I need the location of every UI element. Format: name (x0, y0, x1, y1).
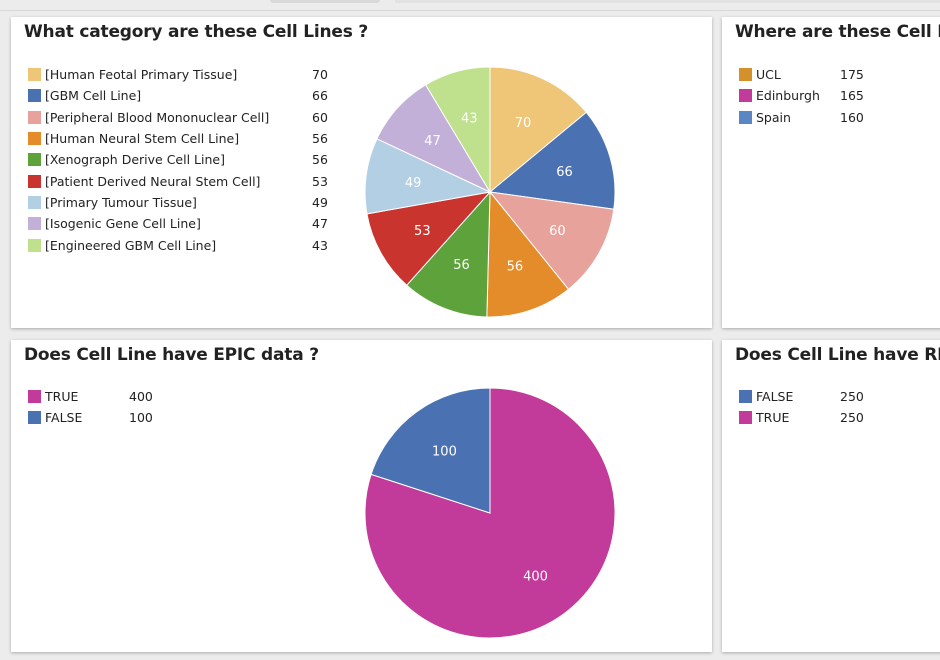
legend-value: 47 (312, 216, 328, 232)
legend-label: UCL (756, 67, 781, 83)
chart-title: Does Cell Line have EPIC data ? (24, 345, 319, 365)
chart-legend: TRUE 400 FALSE 100 (28, 386, 153, 429)
legend-item[interactable]: [GBM Cell Line] 66 (28, 85, 328, 106)
legend-label: [Human Feotal Primary Tissue] (45, 67, 238, 83)
legend-item[interactable]: [Patient Derived Neural Stem Cell] 53 (28, 170, 328, 191)
chart-title: What category are these Cell Lines ? (24, 22, 369, 42)
legend-value: 100 (129, 410, 153, 426)
legend-item[interactable]: [Primary Tumour Tissue] 49 (28, 192, 328, 213)
legend-swatch (28, 390, 41, 404)
legend-swatch (739, 390, 752, 404)
top-toolbar-strip (0, 0, 940, 11)
legend-value: 400 (129, 389, 153, 405)
legend-item[interactable]: UCL 175 (739, 64, 864, 85)
slice-label: 60 (549, 224, 566, 239)
slice-label: 66 (556, 165, 573, 180)
legend-item[interactable]: Edinburgh 165 (739, 85, 864, 106)
pie-chart: 400 100 (364, 387, 616, 639)
legend-swatch (28, 174, 41, 188)
slice-label: 47 (424, 134, 441, 149)
chart-card-rna: Does Cell Line have RNA FALSE 250 TRUE 250 (722, 340, 940, 652)
chart-card-category: What category are these Cell Lines ? [Hu… (11, 17, 712, 328)
legend-label: [Human Neural Stem Cell Line] (45, 131, 240, 147)
legend-swatch (28, 238, 41, 252)
pie-chart: 70 66 60 56 56 53 49 47 43 (364, 66, 616, 318)
legend-value: 165 (840, 88, 864, 104)
legend-item[interactable]: [Human Feotal Primary Tissue] 70 (28, 64, 328, 85)
slice-label: 70 (515, 116, 532, 131)
slice-label: 53 (414, 224, 431, 239)
legend-item[interactable]: TRUE 400 (28, 386, 153, 407)
legend-swatch (739, 89, 752, 103)
legend-label: [Peripheral Blood Mononuclear Cell] (45, 109, 270, 125)
legend-swatch (28, 153, 41, 167)
legend-value: 175 (840, 67, 864, 83)
chart-card-epic: Does Cell Line have EPIC data ? TRUE 400 F… (11, 340, 712, 652)
legend-swatch (28, 89, 41, 103)
legend-item[interactable]: [Engineered GBM Cell Line] 43 (28, 234, 328, 255)
legend-value: 250 (840, 410, 864, 426)
legend-item[interactable]: FALSE 100 (28, 407, 153, 428)
legend-item[interactable]: [Xenograph Derive Cell Line] 56 (28, 149, 328, 170)
legend-label: [Isogenic Gene Cell Line] (45, 216, 201, 232)
slice-label: 43 (461, 111, 478, 126)
legend-item[interactable]: [Peripheral Blood Mononuclear Cell] 60 (28, 107, 328, 128)
legend-swatch (739, 110, 752, 124)
legend-value: 56 (312, 152, 328, 168)
slice-label: 49 (405, 176, 422, 191)
legend-value: 60 (312, 109, 328, 125)
legend-label: [GBM Cell Line] (45, 88, 142, 104)
legend-value: 43 (312, 237, 328, 253)
toolbar-tab[interactable] (270, 0, 380, 3)
legend-label: TRUE (756, 410, 790, 426)
legend-label: [Patient Derived Neural Stem Cell] (45, 173, 261, 189)
chart-legend: UCL 175 Edinburgh 165 Spain 160 (739, 64, 864, 128)
legend-item[interactable]: TRUE 250 (739, 407, 864, 428)
legend-label: Spain (756, 109, 791, 125)
legend-label: TRUE (45, 389, 79, 405)
legend-swatch (739, 68, 752, 82)
legend-value: 160 (840, 109, 864, 125)
legend-label: FALSE (756, 389, 794, 405)
chart-title: Where are these Cell Lin (735, 22, 940, 42)
legend-value: 66 (312, 88, 328, 104)
legend-item[interactable]: Spain 160 (739, 107, 864, 128)
legend-label: Edinburgh (756, 88, 820, 104)
legend-item[interactable]: [Human Neural Stem Cell Line] 56 (28, 128, 328, 149)
legend-swatch (28, 217, 41, 231)
legend-swatch (28, 195, 41, 209)
chart-card-location: Where are these Cell Lin UCL 175 Edinburgh… (722, 17, 940, 328)
legend-label: FALSE (45, 410, 83, 426)
legend-swatch (28, 110, 41, 124)
legend-value: 70 (312, 67, 328, 83)
chart-legend: FALSE 250 TRUE 250 (739, 386, 864, 429)
chart-title: Does Cell Line have RNA (735, 345, 940, 365)
toolbar-field[interactable] (395, 0, 940, 3)
legend-value: 56 (312, 131, 328, 147)
legend-item[interactable]: [Isogenic Gene Cell Line] 47 (28, 213, 328, 234)
legend-label: [Engineered GBM Cell Line] (45, 237, 217, 253)
legend-value: 49 (312, 194, 328, 210)
legend-swatch (28, 68, 41, 82)
slice-label: 100 (432, 444, 457, 459)
legend-value: 53 (312, 173, 328, 189)
legend-swatch (739, 411, 752, 425)
legend-swatch (28, 411, 41, 425)
legend-swatch (28, 132, 41, 146)
chart-legend: [Human Feotal Primary Tissue] 70 [GBM Cell… (28, 64, 328, 256)
legend-item[interactable]: FALSE 250 (739, 386, 864, 407)
legend-label: [Xenograph Derive Cell Line] (45, 152, 225, 168)
slice-label: 400 (523, 570, 548, 585)
slice-label: 56 (453, 258, 470, 273)
legend-label: [Primary Tumour Tissue] (45, 194, 197, 210)
slice-label: 56 (507, 259, 524, 274)
legend-value: 250 (840, 389, 864, 405)
